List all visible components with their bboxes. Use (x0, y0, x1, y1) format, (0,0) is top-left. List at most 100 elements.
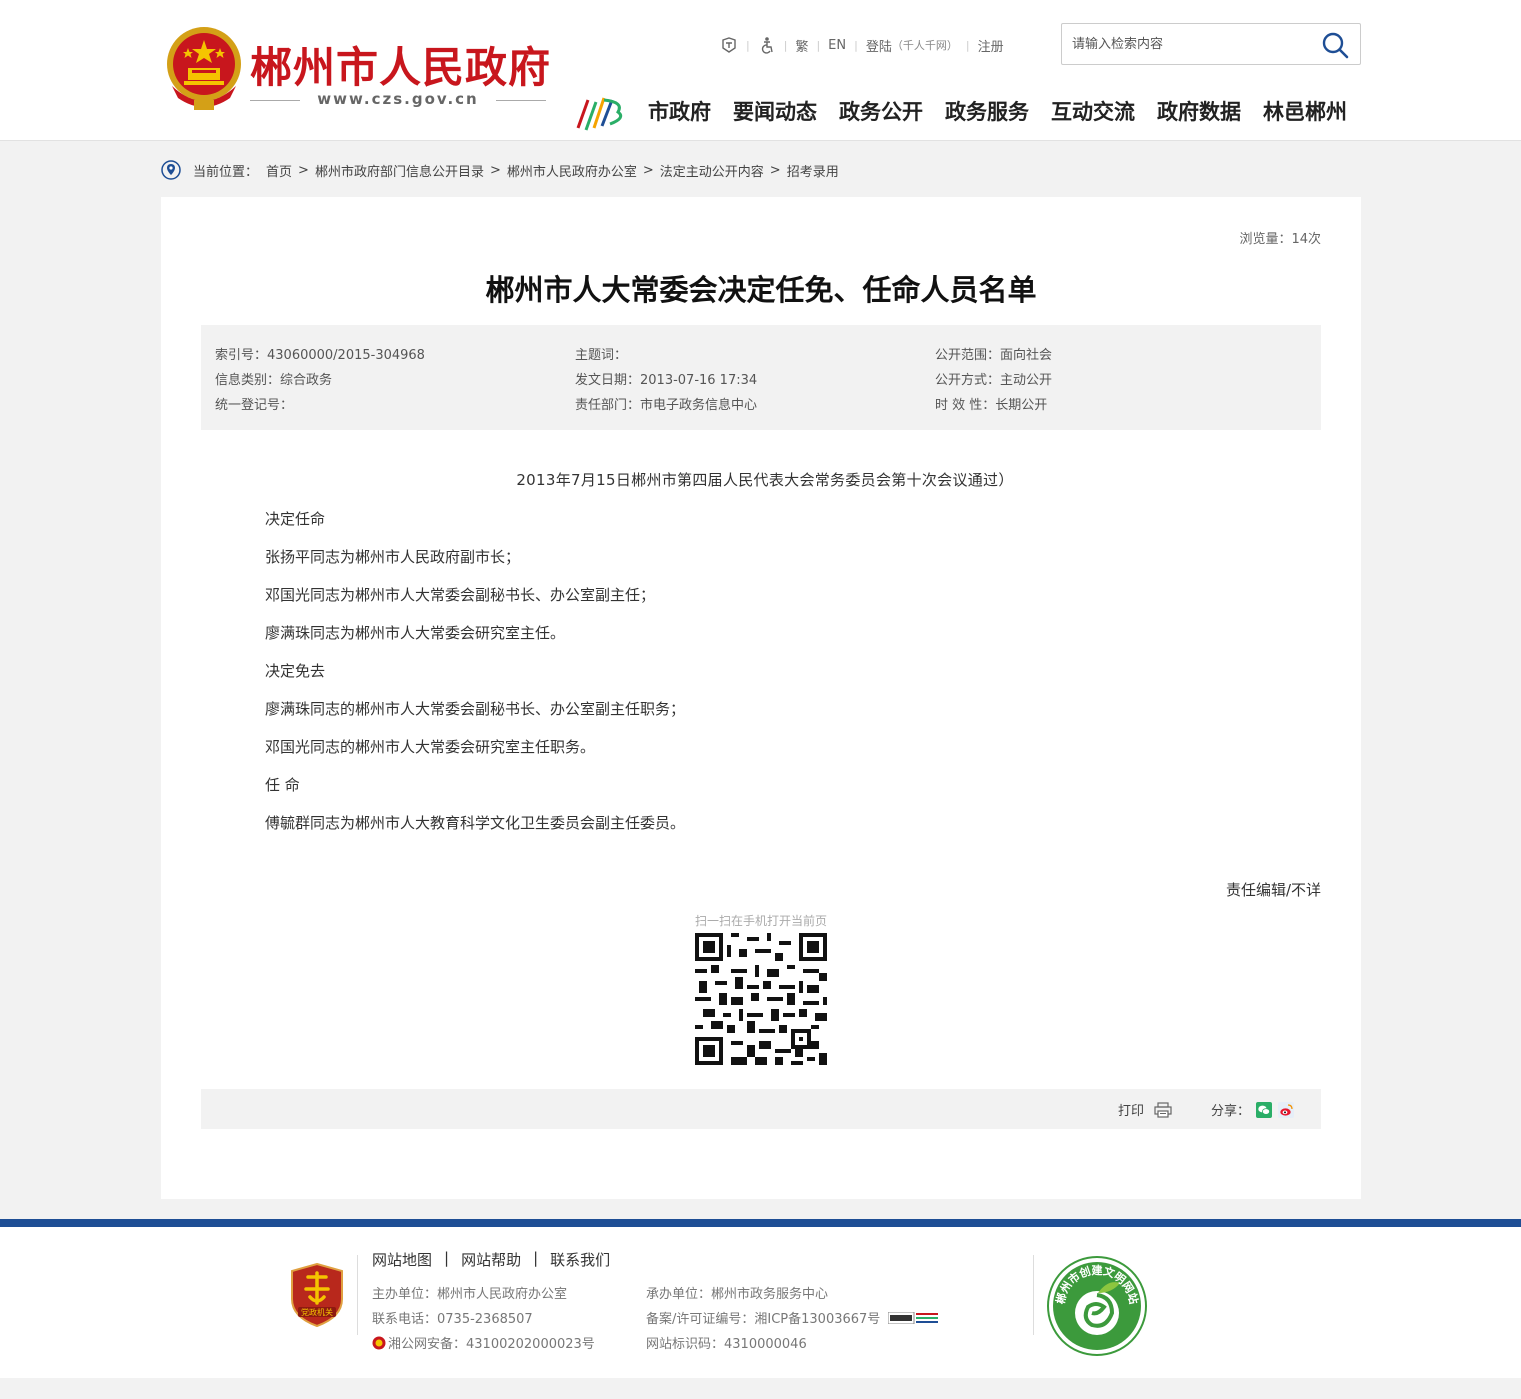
article-meta-box: 索引号：43060000/2015-304968 信息类别：综合政务 统一登记号… (201, 325, 1321, 430)
accessibility-icon[interactable] (758, 36, 776, 54)
footer-divider (357, 1255, 358, 1335)
footer-divider (1033, 1255, 1034, 1335)
footer-link-sep: | (533, 1249, 539, 1267)
meta-keywords: 主题词： (575, 348, 628, 363)
responsible-editor: 责任编辑/不详 (1225, 881, 1321, 899)
cnzz-badge-icon[interactable] (888, 1311, 939, 1324)
print-label: 打印 (1118, 1104, 1145, 1119)
meta-index-no: 索引号：43060000/2015-304968 (215, 348, 425, 363)
traditional-chinese-link[interactable]: 繁 (795, 36, 808, 55)
article-intro: 2013年7月15日郴州市第四届人民代表大会常务委员会第十次会议通过） (516, 471, 1014, 489)
meta-method: 公开方式：主动公开 (935, 373, 1053, 388)
footer-phone: 联系电话：0735-2368507 (372, 1312, 533, 1327)
search-box (1061, 23, 1361, 65)
meta-info-category: 信息类别：综合政务 (215, 373, 333, 388)
footer-contact-link[interactable]: 联系我们 (550, 1249, 610, 1270)
share-bar: 打印 分享： (201, 1089, 1321, 1129)
nav-item-gov-affairs-open[interactable]: 政务公开 (839, 96, 923, 128)
article-paragraph: 傅毓群同志为郴州市人大教育科学文化卫生委员会副主任委员。 (265, 814, 686, 832)
top-links: | | 繁 | EN | 登陆 （千人千网） | 注册 (720, 34, 1004, 56)
site-footer: 党政机关 网站地图 | 网站帮助 | 联系我们 主办单位：郴州市人民政府办公室 … (0, 1227, 1521, 1378)
nav-logo-icon (576, 97, 623, 131)
nav-item-city-government[interactable]: 市政府 (648, 96, 711, 128)
footer-bottom-strip (0, 1378, 1521, 1399)
breadcrumb-sep: > (298, 162, 309, 178)
nav-item-interaction[interactable]: 互动交流 (1051, 96, 1135, 128)
english-link[interactable]: EN (828, 38, 846, 53)
toplink-sep: | (746, 38, 750, 52)
breadcrumb-statutory-content[interactable]: 法定主动公开内容 (660, 161, 764, 180)
breadcrumb-label: 当前位置： (193, 164, 259, 180)
footer-police-text: 湘公网安备：43100202000023号 (388, 1337, 595, 1352)
civilized-website-badge-icon[interactable]: 郴州市创建文明网站 (1046, 1255, 1148, 1357)
toplink-sep: | (816, 38, 821, 52)
share-label: 分享： (1211, 1104, 1251, 1119)
footer-help-link[interactable]: 网站帮助 (461, 1249, 521, 1270)
site-header: 郴州市人民政府 www.czs.gov.cn | | 繁 | EN | 登陆 （… (0, 0, 1521, 141)
breadcrumb-sep: > (769, 162, 781, 178)
footer-icp-text: 备案/许可证编号：湘ICP备13003667号 (646, 1312, 881, 1327)
article-paragraph: 决定任命 (265, 510, 326, 528)
police-badge-icon (372, 1336, 386, 1349)
article-paragraph: 廖满珠同志的郴州市人大常委会副秘书长、办公室副主任职务； (265, 700, 686, 718)
nav-item-linyi-chenzhou[interactable]: 林邑郴州 (1263, 96, 1347, 128)
party-gov-agency-badge-icon[interactable]: 党政机关 (290, 1263, 344, 1327)
breadcrumb-gov-office[interactable]: 郴州市人民政府办公室 (507, 161, 637, 180)
printer-icon (1154, 1101, 1172, 1118)
breadcrumb: 当前位置： 首页 > 郴州市政府部门信息公开目录 > 郴州市人民政府办公室 > … (161, 158, 839, 182)
meta-scope: 公开范围：面向社会 (935, 348, 1053, 363)
url-divider-right (496, 100, 546, 101)
article-paragraph: 邓国光同志的郴州市人大常委会研究室主任职务。 (265, 738, 596, 756)
view-count: 浏览量：14次 (1239, 232, 1321, 247)
article-paragraph: 决定免去 (265, 662, 326, 680)
url-divider-left (250, 100, 300, 101)
breadcrumb-dept-catalog[interactable]: 郴州市政府部门信息公开目录 (315, 161, 484, 180)
share-group: 分享： (1211, 1100, 1295, 1119)
national-emblem-icon[interactable] (164, 26, 244, 112)
footer-operator: 承办单位：郴州市政务服务中心 (646, 1287, 829, 1302)
register-link[interactable]: 注册 (978, 36, 1004, 55)
qr-code-icon (695, 933, 827, 1065)
article-paragraph: 廖满珠同志为郴州市人大常委会研究室主任。 (265, 624, 566, 642)
nav-item-news[interactable]: 要闻动态 (733, 96, 817, 128)
breadcrumb-sep: > (642, 162, 654, 178)
article-paragraph: 邓国光同志为郴州市人大常委会副秘书长、办公室副主任； (265, 586, 656, 604)
main-nav: 市政府 要闻动态 政务公开 政务服务 互动交流 政府数据 林邑郴州 (648, 96, 1347, 128)
toplink-sep: | (783, 38, 788, 52)
login-link[interactable]: 登陆 (866, 36, 892, 55)
print-button[interactable]: 打印 (1118, 1100, 1172, 1119)
meta-publish-date: 发文日期：2013-07-16 17:34 (575, 373, 758, 388)
wechat-share-icon[interactable] (1256, 1101, 1273, 1118)
nav-item-gov-data[interactable]: 政府数据 (1157, 96, 1241, 128)
article-paragraph: 任 命 (265, 776, 300, 794)
site-url: www.czs.gov.cn (250, 90, 546, 110)
breadcrumb-home[interactable]: 首页 (266, 161, 292, 180)
breadcrumb-sep: > (489, 162, 501, 178)
login-note: （千人千网） (891, 39, 958, 52)
meta-department: 责任部门：市电子政务信息中心 (575, 398, 758, 413)
article-title: 郴州市人大常委会决定任免、任命人员名单 (485, 273, 1037, 307)
meta-unified-reg-no: 统一登记号： (215, 398, 294, 413)
search-input[interactable] (1072, 33, 1312, 55)
footer-links: 网站地图 | 网站帮助 | 联系我们 (372, 1249, 610, 1270)
article-paragraph: 张扬平同志为郴州市人民政府副市长； (265, 548, 521, 566)
footer-icp[interactable]: 备案/许可证编号：湘ICP备13003667号 (646, 1308, 939, 1327)
site-name[interactable]: 郴州市人民政府 (250, 34, 551, 95)
footer-link-sep: | (444, 1249, 450, 1267)
footer-police-record[interactable]: 湘公网安备：43100202000023号 (372, 1333, 595, 1352)
breadcrumb-recruitment[interactable]: 招考录用 (787, 161, 839, 180)
search-icon[interactable] (1320, 30, 1350, 60)
nav-item-gov-services[interactable]: 政务服务 (945, 96, 1029, 128)
weibo-share-icon[interactable] (1278, 1101, 1295, 1118)
footer-sitemap-link[interactable]: 网站地图 (372, 1249, 432, 1270)
svg-text:党政机关: 党政机关 (301, 1307, 333, 1317)
qr-caption: 扫一扫在手机打开当前页 (694, 914, 827, 928)
article-card: 浏览量：14次 郴州市人大常委会决定任免、任命人员名单 索引号：43060000… (161, 197, 1361, 1199)
site-url-text: www.czs.gov.cn (317, 90, 479, 108)
elderly-mode-icon[interactable] (720, 36, 738, 54)
footer-host: 主办单位：郴州市人民政府办公室 (372, 1287, 568, 1302)
location-pin-icon (161, 160, 181, 180)
meta-validity: 时 效 性：长期公开 (935, 398, 1048, 413)
footer-top-line (0, 1219, 1521, 1227)
toplink-sep: | (965, 38, 970, 52)
